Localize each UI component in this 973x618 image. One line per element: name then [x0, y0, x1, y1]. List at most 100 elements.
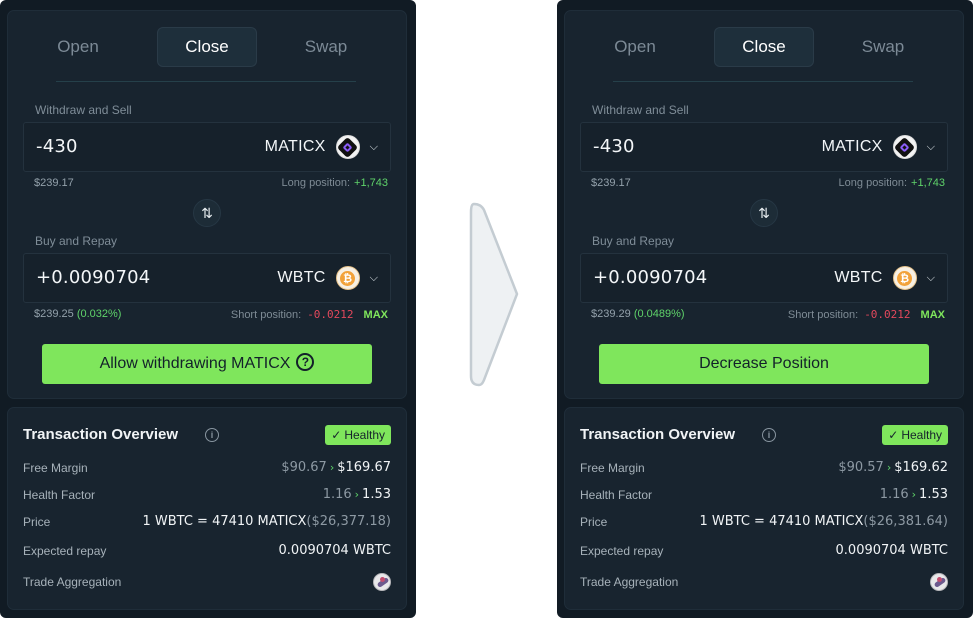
- withdraw-token-name: MATICX: [821, 138, 883, 155]
- allow-withdraw-button[interactable]: Allow withdrawing MATICX?: [42, 344, 372, 384]
- transaction-overview: Transaction Overview i ✓ Healthy Free Mar…: [7, 407, 407, 610]
- tab-close[interactable]: Close: [714, 27, 814, 67]
- short-position-label: Short position:: [787, 309, 859, 321]
- free-margin-row: Free Margin $90.57 › $169.62: [580, 459, 948, 477]
- check-icon: ✓: [888, 428, 899, 442]
- tab-divider: [56, 81, 356, 82]
- tab-open[interactable]: Open: [28, 27, 128, 67]
- buy-token-name: WBTC: [277, 269, 326, 286]
- trade-panel-after: Open Close Swap Withdraw and Sell -430 M…: [557, 0, 973, 618]
- free-margin-label: Free Margin: [580, 461, 645, 475]
- tab-swap[interactable]: Swap: [276, 27, 376, 67]
- tab-swap[interactable]: Swap: [833, 27, 933, 67]
- maticx-token-icon: [335, 135, 360, 159]
- trade-aggregation-label: Trade Aggregation: [580, 575, 679, 589]
- price-rate: 1 WBTC = 47410 MATICX: [142, 514, 307, 529]
- health-factor-new: 1.53: [362, 487, 391, 502]
- trade-aggregation-label: Trade Aggregation: [23, 575, 122, 589]
- status-badge: ✓ Healthy: [882, 425, 948, 445]
- short-position-value: -0.0212: [864, 308, 911, 321]
- mode-tabs: Open Close Swap: [585, 27, 945, 67]
- withdraw-token-select[interactable]: MATICX ⌵: [265, 134, 378, 160]
- short-position-info: Short position: -0.0212 MAX: [231, 308, 388, 321]
- health-factor-old: 1.16: [879, 487, 909, 502]
- free-margin-value: $90.57 › $169.62: [838, 459, 948, 477]
- transaction-overview: Transaction Overview i ✓ Healthy Free Mar…: [564, 407, 964, 610]
- price-row: Price 1 WBTC = 47410 MATICX($26,381.64): [580, 513, 948, 531]
- free-margin-value: $90.67 › $169.67: [281, 459, 391, 477]
- withdraw-amount-input[interactable]: -430: [593, 123, 635, 171]
- tab-divider: [613, 81, 913, 82]
- free-margin-new: $169.67: [337, 460, 391, 475]
- withdraw-usd-value: $239.17: [34, 177, 74, 189]
- health-factor-new: 1.53: [919, 487, 948, 502]
- tab-open[interactable]: Open: [585, 27, 685, 67]
- free-margin-old: $90.67: [281, 460, 327, 475]
- buy-token-name: WBTC: [834, 269, 883, 286]
- free-margin-old: $90.57: [838, 460, 884, 475]
- chevron-down-icon: ⌵: [369, 271, 378, 284]
- long-position-info: Long position: +1,743: [282, 177, 388, 189]
- buy-label: Buy and Repay: [35, 234, 118, 248]
- long-position-value: +1,743: [911, 177, 945, 189]
- decrease-position-button[interactable]: Decrease Position: [599, 344, 929, 384]
- info-icon[interactable]: i: [762, 428, 776, 442]
- buy-usd-amount: $239.29: [591, 308, 631, 320]
- price-rate: 1 WBTC = 47410 MATICX: [699, 514, 864, 529]
- long-position-value: +1,743: [354, 177, 388, 189]
- health-factor-label: Health Factor: [580, 488, 653, 502]
- buy-token-select[interactable]: WBTC ₿ ⌵: [277, 265, 378, 291]
- long-position-label: Long position:: [838, 177, 908, 189]
- aggregator-logo-icon: [373, 573, 391, 591]
- info-icon[interactable]: i: [205, 428, 219, 442]
- buy-amount-field[interactable]: +0.0090704 WBTC ₿ ⌵: [580, 253, 948, 303]
- max-button[interactable]: MAX: [921, 309, 945, 321]
- withdraw-amount-field[interactable]: -430 MATICX ⌵: [23, 122, 391, 172]
- withdraw-token-select[interactable]: MATICX ⌵: [822, 134, 935, 160]
- chevron-down-icon: ⌵: [926, 140, 935, 153]
- price-row: Price 1 WBTC = 47410 MATICX($26,377.18): [23, 513, 391, 531]
- buy-token-select[interactable]: WBTC ₿ ⌵: [834, 265, 935, 291]
- short-position-value: -0.0212: [307, 308, 354, 321]
- health-factor-value: 1.16 › 1.53: [323, 486, 391, 504]
- health-factor-old: 1.16: [322, 487, 352, 502]
- buy-usd-value: $239.25 (0.032%): [34, 308, 121, 320]
- withdraw-label: Withdraw and Sell: [592, 103, 689, 117]
- max-button[interactable]: MAX: [364, 309, 388, 321]
- buy-amount-field[interactable]: +0.0090704 WBTC ₿ ⌵: [23, 253, 391, 303]
- buy-amount-input[interactable]: +0.0090704: [36, 254, 150, 302]
- buy-info-row: $239.29 (0.0489%) Short position: -0.0212…: [591, 308, 945, 322]
- withdraw-amount-field[interactable]: -430 MATICX ⌵: [580, 122, 948, 172]
- chevron-right-icon: ›: [911, 488, 917, 501]
- status-text: Healthy: [901, 428, 942, 442]
- help-icon[interactable]: ?: [296, 352, 315, 371]
- trade-aggregation-row: Trade Aggregation: [23, 573, 391, 591]
- buy-usd-pct: (0.032%): [76, 308, 122, 320]
- swap-vertical-icon[interactable]: ⇅: [193, 199, 221, 227]
- price-label: Price: [23, 515, 51, 529]
- buy-usd-value: $239.29 (0.0489%): [591, 308, 685, 320]
- swap-vertical-icon[interactable]: ⇅: [750, 199, 778, 227]
- chevron-right-icon: ›: [354, 488, 360, 501]
- buy-amount-input[interactable]: +0.0090704: [593, 254, 707, 302]
- withdraw-amount-input[interactable]: -430: [36, 123, 78, 171]
- tab-close[interactable]: Close: [157, 27, 257, 67]
- free-margin-row: Free Margin $90.67 › $169.67: [23, 459, 391, 477]
- aggregator-logo-icon: [930, 573, 948, 591]
- withdraw-label: Withdraw and Sell: [35, 103, 132, 117]
- health-factor-row: Health Factor 1.16 › 1.53: [580, 486, 948, 504]
- withdraw-info-row: $239.17 Long position: +1,743: [34, 177, 388, 191]
- expected-repay-row: Expected repay 0.0090704 WBTC: [23, 542, 391, 560]
- health-factor-row: Health Factor 1.16 › 1.53: [23, 486, 391, 504]
- maticx-token-icon: [892, 135, 917, 159]
- close-position-form: Open Close Swap Withdraw and Sell -430 M…: [7, 10, 407, 399]
- health-factor-value: 1.16 › 1.53: [880, 486, 948, 504]
- chevron-right-icon: ›: [329, 461, 335, 474]
- short-position-info: Short position: -0.0212 MAX: [788, 308, 945, 321]
- buy-usd-pct: (0.0489%): [633, 308, 685, 320]
- overview-title: Transaction Overview: [23, 426, 179, 443]
- close-position-form: Open Close Swap Withdraw and Sell -430 M…: [564, 10, 964, 399]
- buy-usd-amount: $239.25: [34, 308, 74, 320]
- withdraw-usd-value: $239.17: [591, 177, 631, 189]
- short-position-label: Short position:: [230, 309, 302, 321]
